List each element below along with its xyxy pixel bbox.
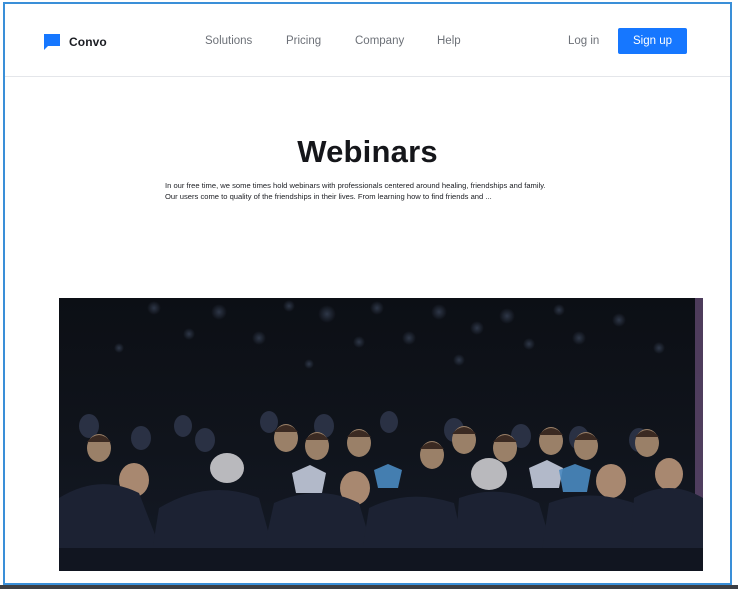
audience-illustration bbox=[59, 298, 703, 571]
login-link[interactable]: Log in bbox=[568, 35, 599, 47]
hero-description: In our free time, we some times hold web… bbox=[165, 181, 546, 201]
bottom-strip bbox=[0, 585, 738, 589]
nav-link-pricing[interactable]: Pricing bbox=[286, 35, 321, 47]
webinar-audience-photo bbox=[59, 298, 703, 571]
nav-link-solutions[interactable]: Solutions bbox=[205, 35, 252, 47]
browser-frame: Convo Solutions Pricing Company Help Log… bbox=[3, 2, 732, 585]
top-navigation-bar: Convo Solutions Pricing Company Help Log… bbox=[5, 4, 730, 77]
nav-link-help[interactable]: Help bbox=[437, 35, 461, 47]
nav-link-company[interactable]: Company bbox=[355, 35, 404, 47]
page-title: Webinars bbox=[297, 134, 438, 169]
signup-button[interactable]: Sign up bbox=[618, 28, 687, 54]
